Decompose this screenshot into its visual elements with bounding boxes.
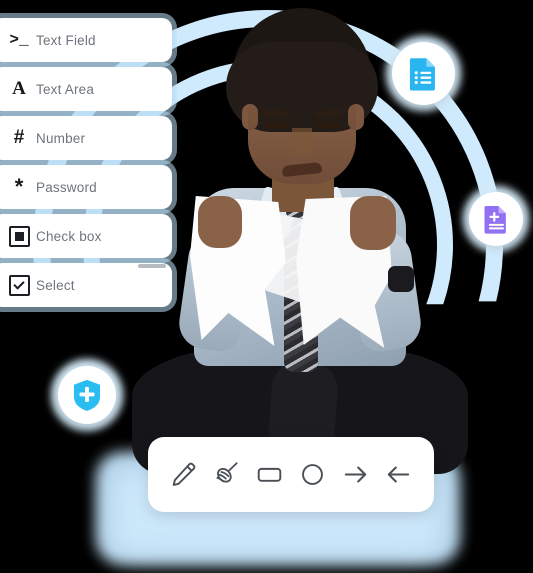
hash-icon: # [13,127,25,148]
document-plus-icon [483,205,506,234]
scene-root: >_ Text Field A Text Area # Number * Pas… [0,0,533,573]
field-item-label: Number [36,130,86,146]
drawing-toolbar [148,437,434,512]
arrow-right-icon [344,466,367,483]
field-item-text-field[interactable]: >_ Text Field [0,18,172,62]
right-hand [350,196,396,250]
shield-plus-icon [73,379,101,411]
ellipse-tool[interactable] [296,458,330,492]
arrow-left-icon [387,466,410,483]
nose [292,128,312,156]
undo-tool[interactable] [382,458,416,492]
document-list-badge[interactable] [392,42,455,105]
field-item-label: Text Field [36,32,96,48]
field-item-password[interactable]: * Password [0,165,172,209]
field-item-label: Check box [36,228,102,244]
field-item-select[interactable]: Select [0,263,172,307]
document-list-icon [409,57,435,91]
field-item-label: Password [36,179,97,195]
asterisk-icon: * [14,174,24,199]
right-eye [316,122,340,128]
field-item-number[interactable]: # Number [0,116,172,160]
left-hand [198,196,242,248]
rectangle-icon [257,467,282,482]
left-eye [264,122,288,128]
field-item-text-area[interactable]: A Text Area [0,67,172,111]
field-item-label: Text Area [36,81,95,97]
document-add-badge[interactable] [469,192,523,246]
redo-tool[interactable] [339,458,373,492]
field-item-check-box[interactable]: Check box [0,214,172,258]
eraser-tool[interactable] [210,458,244,492]
shield-protect-badge[interactable] [58,366,116,424]
circle-icon [302,464,323,485]
rectangle-tool[interactable] [253,458,287,492]
pencil-icon [172,462,196,486]
broom-icon [216,462,238,483]
field-item-label: Select [36,277,75,293]
list-scrollbar[interactable] [138,264,166,268]
wristwatch [388,266,414,292]
serif-letter-a-icon: A [12,78,26,99]
terminal-prompt-icon: >_ [9,31,29,49]
checkmark-box-icon [0,274,36,296]
pencil-tool[interactable] [167,458,201,492]
filled-square-box-icon [0,225,36,247]
